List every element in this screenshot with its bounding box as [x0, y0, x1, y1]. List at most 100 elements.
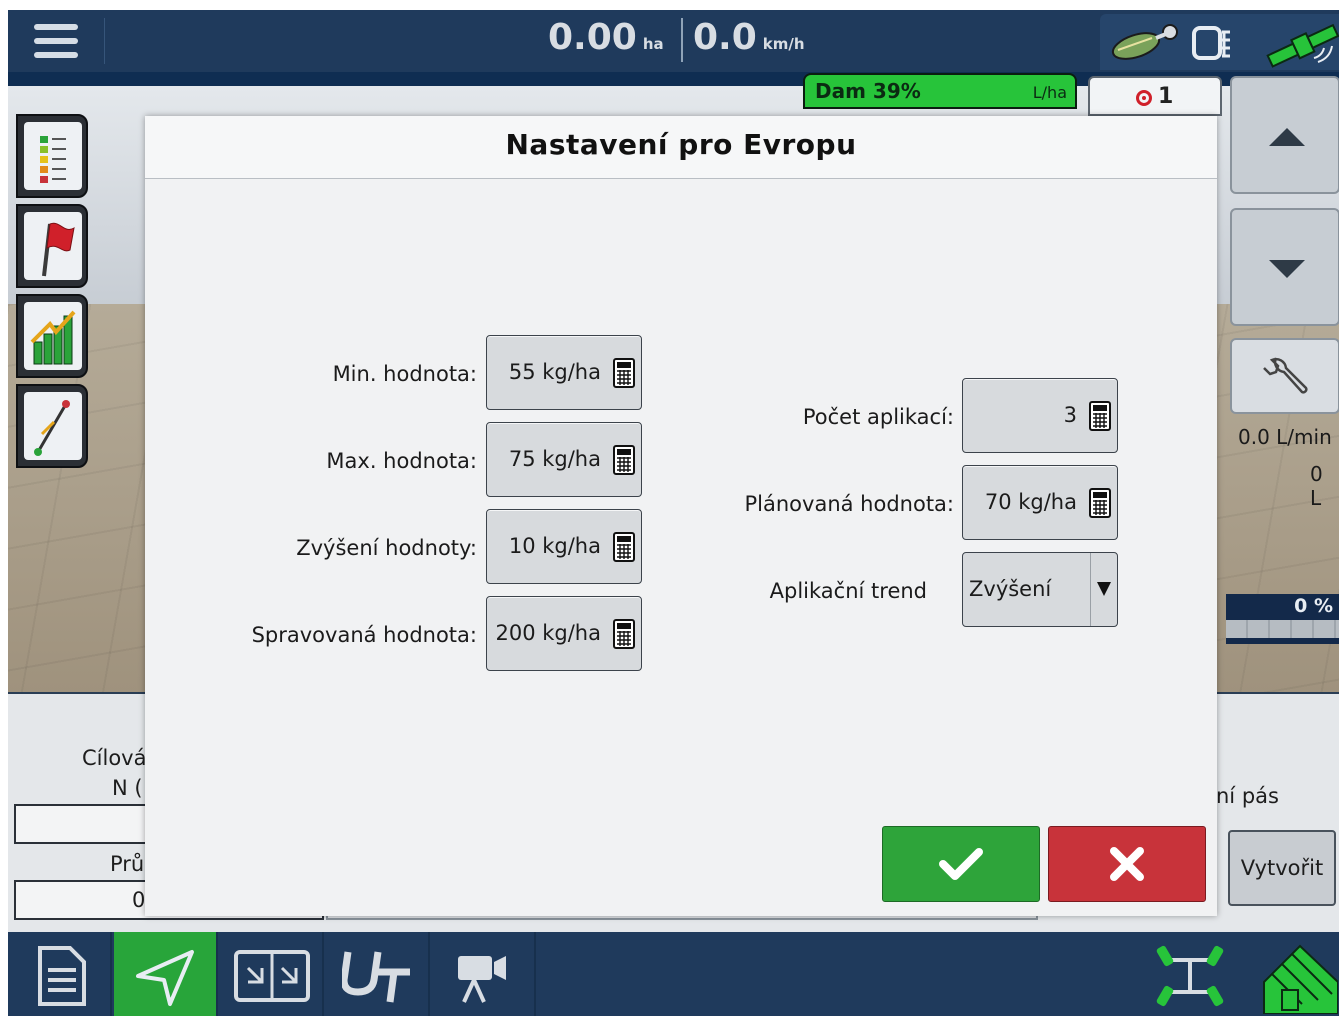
- area-value: 0.00: [548, 17, 637, 58]
- min-value-label: Min. hodnota:: [332, 362, 477, 386]
- rate-chip-unit: L/ha: [1032, 83, 1067, 102]
- max-value-label: Max. hodnota:: [326, 449, 477, 473]
- increment-label: Zvýšení hodnoty:: [296, 536, 477, 560]
- application-trend-value: Zvýšení: [969, 577, 1052, 601]
- top-bar: 0.00 ha 0.0 km/h: [8, 10, 1339, 72]
- checkmark-icon: [939, 848, 983, 880]
- bottom-nav: [8, 932, 1339, 1016]
- managed-value: 200 kg/ha: [495, 621, 601, 645]
- nav-universal-terminal[interactable]: [326, 932, 430, 1016]
- chart-tab[interactable]: [16, 294, 88, 378]
- nav-run[interactable]: [114, 932, 218, 1016]
- menu-icon: [34, 24, 78, 30]
- flag-icon: [42, 222, 75, 277]
- dialog-header: Nastavení pro Evropu: [145, 116, 1217, 179]
- average-label: Prů: [110, 852, 145, 876]
- display-icon: [1192, 26, 1230, 60]
- area-readout: 0.00 ha: [548, 18, 664, 58]
- navigation-icon: [136, 950, 194, 1006]
- side-tool-tabs: [16, 114, 90, 494]
- confirm-button[interactable]: [882, 826, 1040, 902]
- split-screen-icon: [234, 950, 310, 1002]
- product-icon: [1111, 24, 1178, 60]
- menu-icon-bar: [34, 52, 78, 58]
- nav-split-screen[interactable]: [220, 932, 324, 1016]
- document-icon: [38, 946, 86, 1006]
- target-label: Cílová: [82, 746, 147, 770]
- implement-icon[interactable]: [1156, 940, 1224, 1010]
- calculator-icon: [613, 358, 635, 388]
- arrow-up-icon: [1269, 128, 1305, 146]
- cancel-button[interactable]: [1048, 826, 1206, 902]
- calculator-icon: [613, 619, 635, 649]
- rate-chip[interactable]: Dam 39% L/ha: [803, 73, 1077, 109]
- calculator-icon: [1089, 401, 1111, 431]
- guidance-tab[interactable]: [16, 384, 88, 468]
- min-value-input[interactable]: 55 kg/ha: [486, 335, 642, 410]
- nav-camera[interactable]: [432, 932, 536, 1016]
- application-count-input[interactable]: 3: [962, 378, 1118, 453]
- planned-value-label: Plánovaná hodnota:: [744, 492, 955, 516]
- nav-documents[interactable]: [8, 932, 112, 1016]
- dropdown-arrow-icon: [1097, 582, 1111, 596]
- dialog-title: Nastavení pro Evropu: [505, 128, 857, 161]
- progress-bar: 0 %: [1226, 594, 1339, 620]
- increment-input[interactable]: 10 kg/ha: [486, 509, 642, 584]
- progress-strip: [1226, 620, 1339, 644]
- target-tab[interactable]: 1: [1088, 76, 1222, 116]
- calculator-icon: [613, 532, 635, 562]
- flag-tab[interactable]: [16, 204, 88, 288]
- menu-button[interactable]: [26, 20, 86, 64]
- n-label: N (: [112, 776, 143, 800]
- status-icons[interactable]: [1100, 14, 1339, 70]
- speed-value: 0.0: [693, 17, 757, 58]
- increment-value: 10 kg/ha: [508, 534, 601, 558]
- min-value: 55 kg/ha: [508, 360, 601, 384]
- camera-icon: [458, 956, 506, 1003]
- legend-tab[interactable]: [16, 114, 88, 198]
- tab-background: [24, 302, 82, 370]
- tab-background: [24, 122, 82, 190]
- planned-value-input[interactable]: 70 kg/ha: [962, 465, 1118, 540]
- max-value-input[interactable]: 75 kg/ha: [486, 422, 642, 497]
- calculator-icon: [613, 445, 635, 475]
- guidance-line-icon: [34, 400, 70, 456]
- divider: [681, 18, 683, 62]
- planned-value: 70 kg/ha: [984, 490, 1077, 514]
- managed-value-input[interactable]: 200 kg/ha: [486, 596, 642, 671]
- speed-unit: km/h: [762, 35, 805, 53]
- screen: 0.00 ha 0.0 km/h Dam 39% L/ha 1 0.0 L/mi…: [8, 10, 1339, 1016]
- calculator-icon: [1089, 488, 1111, 518]
- create-button[interactable]: Vytvořit: [1228, 830, 1336, 906]
- tab-background: [24, 392, 82, 460]
- application-count: 3: [1063, 403, 1077, 427]
- scroll-down-button[interactable]: [1230, 208, 1339, 326]
- application-count-label: Počet aplikací:: [802, 405, 954, 429]
- target-icon: [1136, 90, 1152, 106]
- area-unit: ha: [642, 35, 664, 53]
- menu-icon-bar: [34, 38, 78, 44]
- application-trend-label: Aplikační trend: [769, 579, 927, 603]
- europe-settings-dialog: Nastavení pro Evropu Min. hodnota: 55 kg…: [145, 116, 1217, 916]
- progress-text: 0 %: [1294, 595, 1333, 617]
- legend-icon: [40, 136, 66, 183]
- flow-rate: 0.0 L/min: [1238, 425, 1332, 449]
- field-icon[interactable]: [1262, 938, 1338, 1014]
- settings-wrench-button[interactable]: [1230, 338, 1339, 414]
- wrench-icon: [1263, 357, 1308, 394]
- volume: 0 L: [1310, 462, 1323, 510]
- tab-background: [24, 212, 82, 280]
- average-value: 0: [132, 888, 146, 912]
- gps-satellite-icon: [1266, 23, 1339, 68]
- speed-readout: 0.0 km/h: [693, 18, 805, 58]
- bar-chart-icon: [30, 310, 76, 365]
- divider: [1090, 553, 1091, 626]
- rate-chip-label: Dam 39%: [815, 79, 921, 103]
- arrow-down-icon: [1269, 260, 1305, 278]
- ut-icon: [342, 951, 410, 1003]
- scroll-up-button[interactable]: [1230, 76, 1339, 194]
- target-count: 1: [1158, 84, 1174, 109]
- application-trend-select[interactable]: Zvýšení: [962, 552, 1118, 627]
- managed-value-label: Spravovaná hodnota:: [251, 623, 477, 647]
- max-value: 75 kg/ha: [508, 447, 601, 471]
